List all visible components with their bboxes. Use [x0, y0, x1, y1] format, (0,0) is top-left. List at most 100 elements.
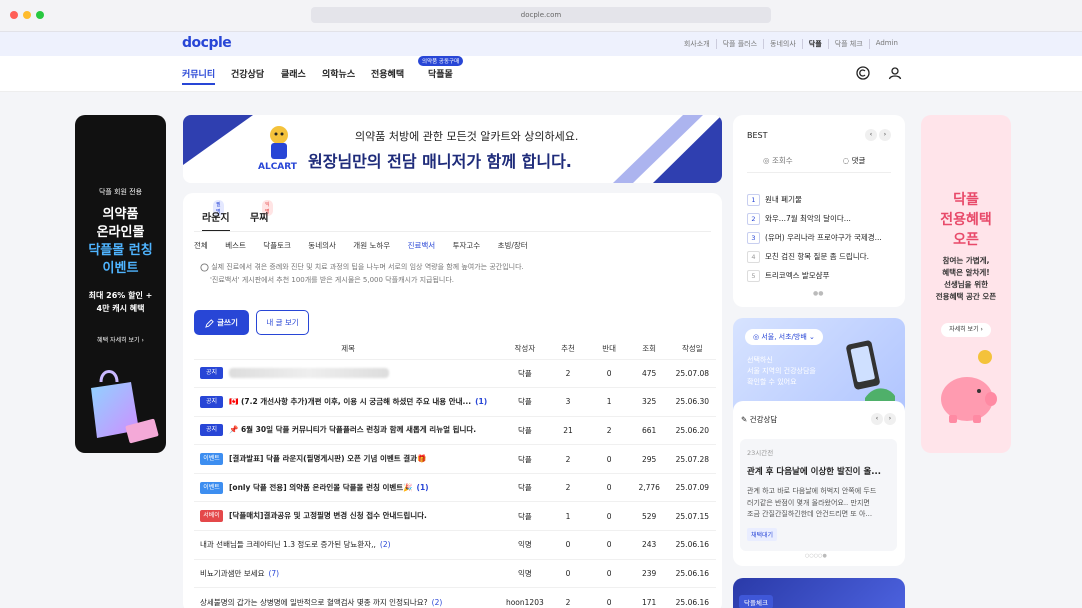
- post-title[interactable]: 상세불명의 갑가는 상병명에 일반적으로 혈액검사 몇종 까지 인정되나요? (2…: [194, 587, 503, 608]
- category-best[interactable]: 베스트: [225, 241, 246, 250]
- left-ad-cta[interactable]: 혜택 자세히 보기 ›: [75, 335, 166, 344]
- table-row[interactable]: 공지 닥플 2 0 475 25.07.08: [194, 358, 716, 388]
- consult-headline: 관계 후 다음날에 이상한 발진이 올...: [747, 467, 881, 477]
- post-tag-badge: 이벤트: [200, 481, 223, 494]
- util-link-local-doctor[interactable]: 동네의사: [763, 39, 802, 49]
- post-title[interactable]: 내과 선배님들 크레아티닌 1.3 정도로 증가된 당뇨환자,, (2): [194, 530, 503, 560]
- util-link-plus[interactable]: 닥플 플러스: [715, 39, 763, 49]
- post-title[interactable]: 공지: [194, 358, 503, 388]
- post-title-text: 📌 6월 30일 닥플 커뮤니티가 닥플플러스 런칭과 함께 새롭게 리뉴얼 됩…: [229, 425, 477, 435]
- col-views: 조회: [642, 344, 657, 354]
- consult-next-button[interactable]: ›: [884, 413, 896, 425]
- post-down: 0: [588, 558, 630, 588]
- close-window-button[interactable]: [10, 11, 18, 19]
- nav-class[interactable]: 클래스: [281, 67, 306, 80]
- category-all[interactable]: 전체: [194, 241, 208, 250]
- post-date: 25.07.15: [668, 501, 716, 531]
- left-ad-offer: 4만 캐시 혜택: [96, 304, 145, 313]
- table-row[interactable]: 서베이 [닥플매치]결과공유 및 고정필명 변경 신청 접수 안내드립니다. 닥플 1…: [194, 501, 716, 531]
- consult-prev-button[interactable]: ‹: [871, 413, 883, 425]
- category-opening[interactable]: 개원 노하우: [353, 241, 390, 250]
- docple-check-card[interactable]: 닥플체크: [733, 578, 905, 608]
- tab-lounge[interactable]: 라운지: [202, 209, 230, 232]
- nav-docple-mall[interactable]: 닥플몰: [428, 67, 453, 80]
- post-tag-badge: 공지: [200, 424, 223, 437]
- table-row[interactable]: 내과 선배님들 크레아티닌 1.3 정도로 증가된 당뇨환자,, (2) 익명 0 0 2…: [194, 530, 716, 560]
- post-title[interactable]: 서베이 [닥플매치]결과공유 및 고정필명 변경 신청 접수 안내드립니다.: [194, 501, 503, 531]
- nav-consult[interactable]: 건강상담: [231, 67, 264, 80]
- table-row[interactable]: 공지 🇨🇦 (7.2 개선사항 추가)개편 이후, 이용 시 궁금해 하셨던 주요…: [194, 387, 716, 417]
- docple-logo[interactable]: docple: [182, 35, 232, 51]
- consult-post[interactable]: 23시간전 관계 후 다음날에 이상한 발진이 올... 관계 하고 바로 다음…: [740, 439, 897, 551]
- post-down: 0: [588, 472, 630, 502]
- best-prev-button[interactable]: ‹: [865, 129, 877, 141]
- post-author: 익명: [502, 558, 548, 588]
- alcart-banner[interactable]: ALCART 의약품 처방에 관한 모든것 알카트와 상의하세요. 원장님만의 …: [183, 115, 722, 183]
- phone-illustration-icon: [846, 340, 895, 408]
- category-talk[interactable]: 닥플토크: [263, 241, 291, 250]
- right-ad-banner[interactable]: 닥플 전용혜택 오픈 참여는 가볍게, 혜택은 알차게! 선생님을 위한 전용혜…: [921, 115, 1011, 453]
- best-item[interactable]: 2 와우...7월 최악의 달이다...: [747, 213, 851, 225]
- maximize-window-button[interactable]: [36, 11, 44, 19]
- nav-news[interactable]: 의학뉴스: [322, 67, 355, 80]
- util-link-admin[interactable]: Admin: [868, 39, 904, 49]
- best-tab-views[interactable]: ◎ 조회수: [763, 155, 793, 166]
- blurred-title: [229, 368, 389, 379]
- best-next-button[interactable]: ›: [879, 129, 891, 141]
- table-row[interactable]: 이벤트 [only 닥플 전용] 의약품 온라인몰 닥플몰 런칭 이벤트🎉 (1) 닥…: [194, 472, 716, 502]
- post-title[interactable]: 이벤트 [only 닥플 전용] 의약품 온라인몰 닥플몰 런칭 이벤트🎉 (1): [194, 472, 503, 502]
- category-local-doctor[interactable]: 동네의사: [308, 241, 336, 250]
- banner-brand: ALCART: [258, 162, 297, 172]
- category-investment[interactable]: 투자고수: [453, 241, 481, 250]
- best-tab-comments[interactable]: ◌ 댓글: [818, 155, 890, 173]
- post-title[interactable]: 공지 🇨🇦 (7.2 개선사항 추가)개편 이후, 이용 시 궁금해 하셨던 주요…: [194, 387, 503, 417]
- category-row: 전체 베스트 닥플토크 동네의사 개원 노하우 진료백서 투자고수 초빙/장터: [194, 240, 543, 251]
- best-item[interactable]: 3 (유머) 우리나라 프로야구가 국제경...: [747, 232, 882, 244]
- best-item[interactable]: 5 트리코멕스 발모샴푸: [747, 270, 829, 282]
- post-tag-badge: 서베이: [200, 510, 223, 523]
- best-item[interactable]: 4 모친 검진 항목 질문 좀 드립니다.: [747, 251, 869, 263]
- shopping-bag-icon: [91, 370, 159, 444]
- table-row[interactable]: 이벤트 [결과발표] 닥플 라운지(필명게시판) 오픈 기념 이벤트 결과🎁 닥플 2…: [194, 444, 716, 474]
- category-market[interactable]: 초빙/장터: [498, 241, 528, 250]
- table-row[interactable]: 공지 📌 6월 30일 닥플 커뮤니티가 닥플플러스 런칭과 함께 새롭게 리뉴얼…: [194, 415, 716, 445]
- util-link-docple[interactable]: 닥플: [801, 39, 828, 49]
- post-down: 0: [588, 501, 630, 531]
- consult-card: ✎ 건강상담 ‹ › 23시간전 관계 후 다음날에 이상한 발진이 올... …: [733, 401, 905, 566]
- comment-count: (1): [475, 396, 488, 406]
- user-icon[interactable]: [888, 66, 902, 80]
- nav-benefits[interactable]: 전용혜택: [371, 67, 404, 80]
- category-clinical[interactable]: 진료백서: [408, 241, 436, 250]
- post-title[interactable]: 공지 📌 6월 30일 닥플 커뮤니티가 닥플플러스 런칭과 함께 새롭게 리뉴얼…: [194, 415, 503, 445]
- region-select[interactable]: ◎ 서울, 서초/방배 ⌄: [745, 329, 823, 345]
- util-link-check[interactable]: 닥플 체크: [827, 39, 869, 49]
- col-up: 추천: [561, 344, 575, 354]
- write-button[interactable]: 글쓰기: [194, 310, 249, 335]
- post-tag-badge: 공지: [200, 395, 223, 408]
- utility-bar: docple 회사소개 닥플 플러스 동네의사 닥플 닥플 체크 Admin: [0, 32, 1082, 56]
- post-author: 닥플: [502, 501, 548, 531]
- right-ad-cta[interactable]: 자세히 보기 ›: [941, 323, 991, 337]
- table-row[interactable]: 상세불명의 갑가는 상병명에 일반적으로 혈액검사 몇종 까지 인정되나요? (2…: [194, 587, 716, 608]
- table-row[interactable]: 비뇨기과샘만 보세요 (7) 익명 0 0 239 25.06.16: [194, 558, 716, 588]
- util-link-about[interactable]: 회사소개: [678, 39, 716, 49]
- nav-community[interactable]: 커뮤니티: [182, 67, 216, 85]
- consult-status-badge: 채택대기: [747, 528, 778, 541]
- nav-badge: 의약품 공동구매: [418, 56, 464, 66]
- post-title[interactable]: 이벤트 [결과발표] 닥플 라운지(필명게시판) 오픈 기념 이벤트 결과🎁: [194, 444, 503, 474]
- post-date: 25.07.28: [668, 444, 716, 474]
- my-posts-button[interactable]: 내 글 보기: [256, 310, 309, 335]
- best-item[interactable]: 1 원내 폐기물: [747, 194, 802, 206]
- address-bar[interactable]: docple.com: [311, 7, 771, 23]
- left-ad-banner[interactable]: 닥플 회원 전용 의약품 온라인몰 닥플몰 런칭 이벤트 최대 26% 할인 +…: [75, 115, 166, 453]
- comment-count: (2): [379, 540, 391, 550]
- post-title-text: [결과발표] 닥플 라운지(필명게시판) 오픈 기념 이벤트 결과🎁: [229, 454, 427, 464]
- post-views: 475: [629, 358, 669, 388]
- minimize-window-button[interactable]: [23, 11, 31, 19]
- piggy-bank-icon: [941, 350, 997, 423]
- tab-anonymous[interactable]: 무찌: [250, 209, 268, 224]
- post-title-text: 🇨🇦 (7.2 개선사항 추가)개편 이후, 이용 시 궁금해 하셨던 주요 내…: [229, 396, 472, 406]
- cash-icon[interactable]: [856, 66, 870, 80]
- col-date: 작성일: [682, 344, 703, 354]
- post-title[interactable]: 비뇨기과샘만 보세요 (7): [194, 558, 503, 588]
